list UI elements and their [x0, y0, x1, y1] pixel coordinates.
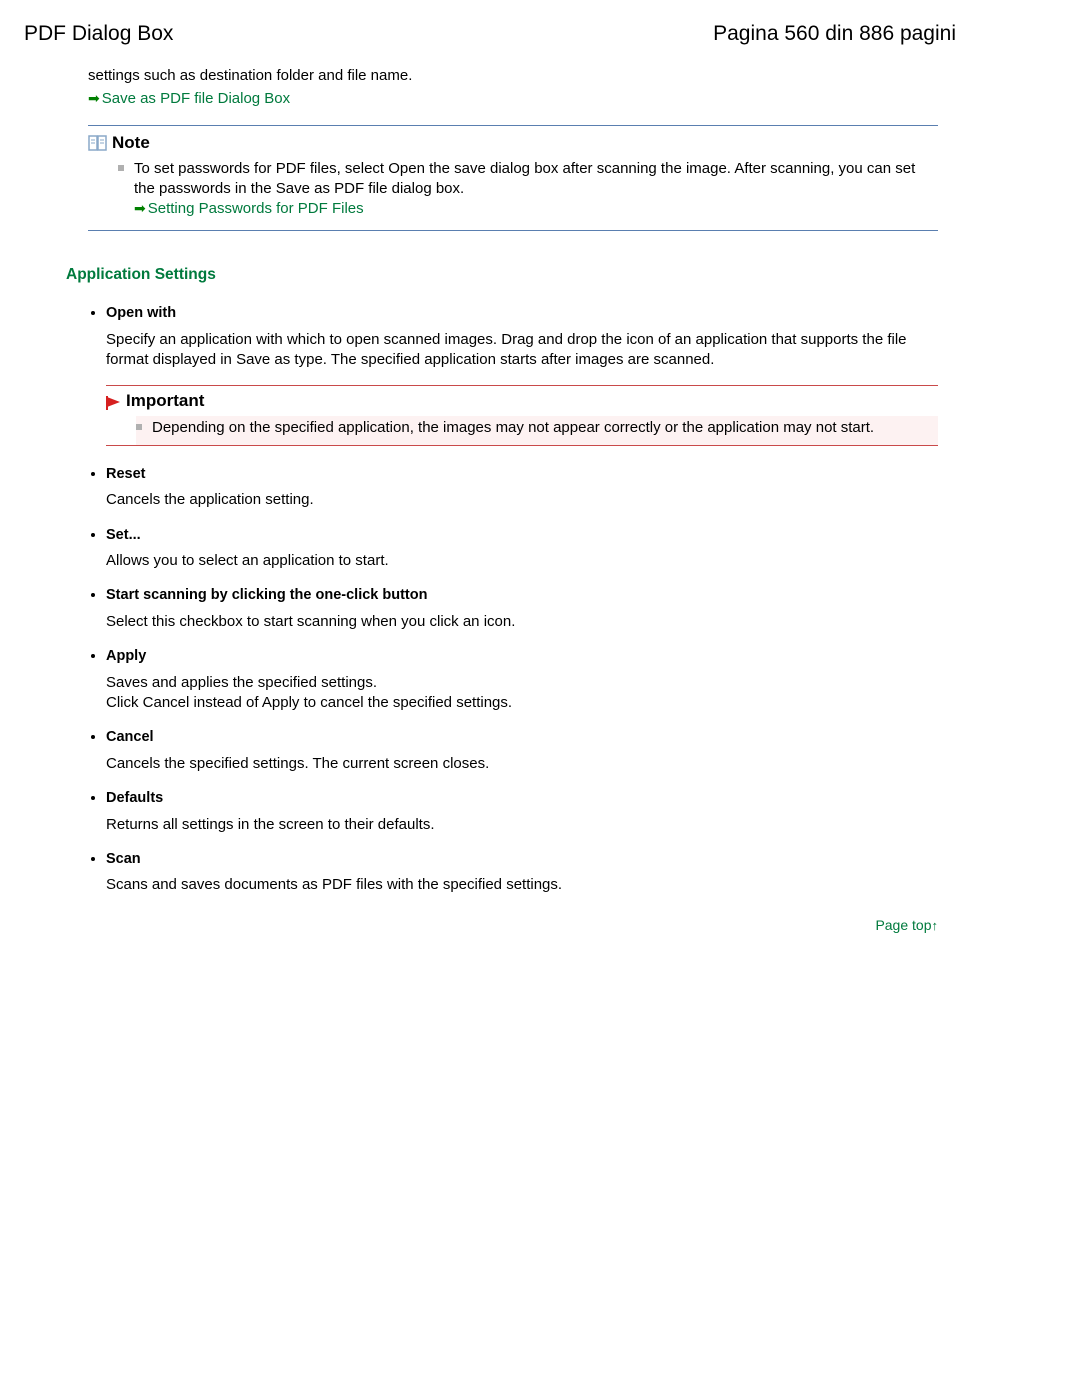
important-label: Important — [126, 390, 204, 413]
cancel-item: Cancel Cancels the specified settings. T… — [106, 727, 938, 774]
bullet-icon — [118, 165, 124, 171]
reset-title: Reset — [106, 466, 146, 482]
note-text: To set passwords for PDF files, select O… — [134, 160, 915, 197]
reset-desc: Cancels the application setting. — [106, 490, 938, 510]
note-box: Note To set passwords for PDF files, sel… — [88, 125, 938, 231]
cancel-title: Cancel — [106, 729, 154, 745]
note-icon — [88, 135, 108, 151]
note-label: Note — [112, 132, 150, 155]
reset-item: Reset Cancels the application setting. — [106, 464, 938, 511]
apply-title: Apply — [106, 648, 146, 664]
apply-desc: Saves and applies the specified settings… — [106, 673, 938, 714]
cancel-desc: Cancels the specified settings. The curr… — [106, 754, 938, 774]
application-settings-heading: Application Settings — [66, 265, 938, 286]
start-scanning-desc: Select this checkbox to start scanning w… — [106, 612, 938, 632]
important-box: Important Depending on the specified app… — [106, 385, 938, 446]
scan-desc: Scans and saves documents as PDF files w… — [106, 875, 938, 895]
page-title-left: PDF Dialog Box — [24, 20, 173, 48]
scan-item: Scan Scans and saves documents as PDF fi… — [106, 849, 938, 896]
page-title-right: Pagina 560 din 886 pagini — [713, 20, 956, 48]
set-desc: Allows you to select an application to s… — [106, 551, 938, 571]
bullet-icon — [136, 424, 142, 430]
setting-passwords-link[interactable]: Setting Passwords for PDF Files — [148, 200, 364, 217]
scan-title: Scan — [106, 851, 141, 867]
open-with-item: Open with Specify an application with wh… — [106, 303, 938, 445]
intro-text: settings such as destination folder and … — [88, 66, 938, 86]
start-scanning-item: Start scanning by clicking the one-click… — [106, 585, 938, 632]
arrow-icon: ➡ — [134, 200, 146, 216]
apply-item: Apply Saves and applies the specified se… — [106, 646, 938, 713]
defaults-desc: Returns all settings in the screen to th… — [106, 815, 938, 835]
arrow-icon: ➡ — [88, 90, 100, 106]
flag-icon — [106, 394, 122, 408]
open-with-title: Open with — [106, 305, 176, 321]
open-with-desc: Specify an application with which to ope… — [106, 330, 938, 371]
defaults-item: Defaults Returns all settings in the scr… — [106, 788, 938, 835]
save-as-pdf-link[interactable]: Save as PDF file Dialog Box — [102, 90, 290, 107]
important-text: Depending on the specified application, … — [152, 418, 874, 438]
set-item: Set... Allows you to select an applicati… — [106, 525, 938, 572]
up-arrow-icon: ↑ — [932, 918, 939, 933]
start-scanning-title: Start scanning by clicking the one-click… — [106, 587, 427, 603]
page-top-link[interactable]: Page top↑ — [875, 917, 938, 933]
defaults-title: Defaults — [106, 790, 163, 806]
set-title: Set... — [106, 527, 141, 543]
